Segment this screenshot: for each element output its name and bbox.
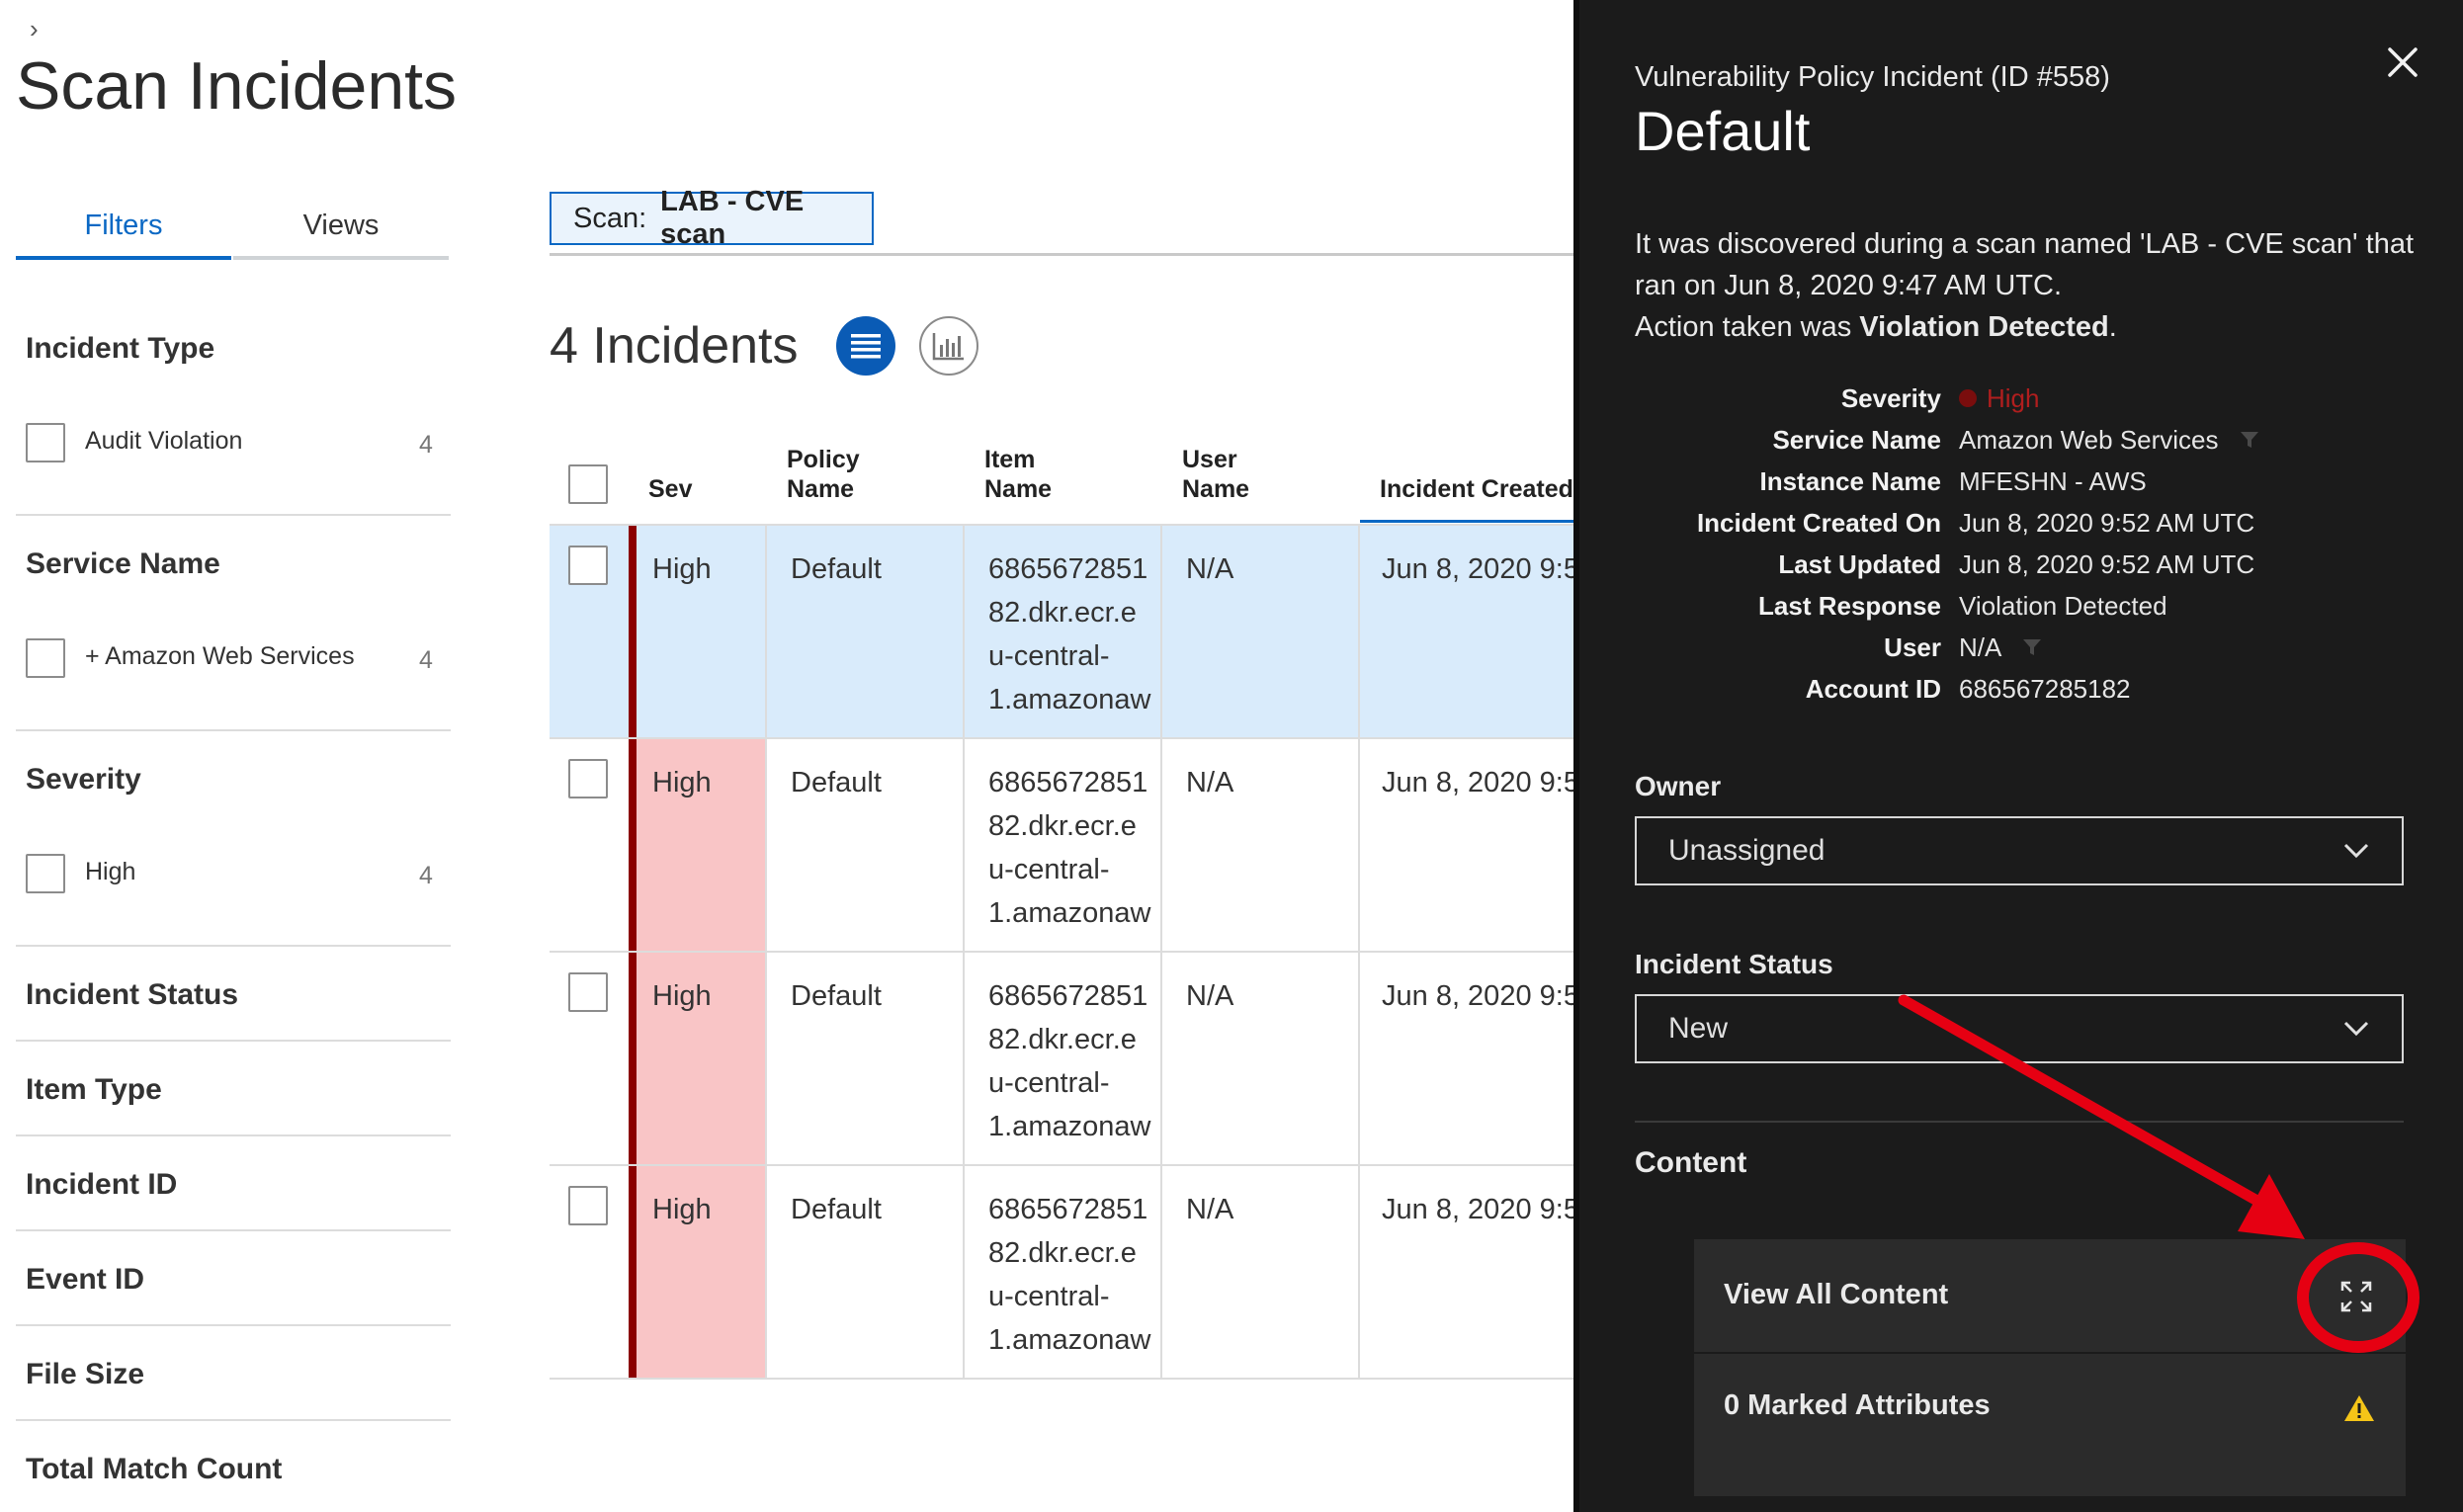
annotation-arrow-head <box>2238 1174 2305 1239</box>
annotation-overlay <box>1898 994 2420 1353</box>
annotation-circle <box>2297 1242 2420 1353</box>
annotation-arrow-shaft <box>1898 994 2261 1206</box>
